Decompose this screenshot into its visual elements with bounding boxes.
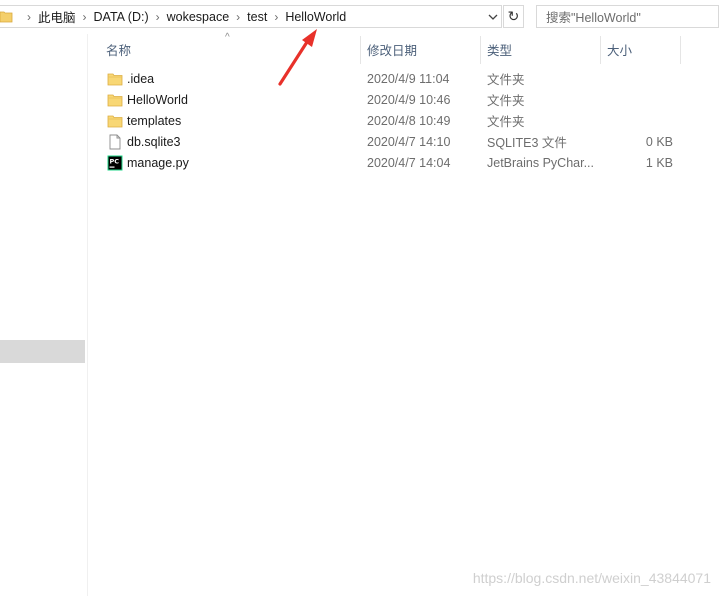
top-bar: › 此电脑 › DATA (D:) › wokespace › test › H… — [0, 0, 719, 34]
file-name: HelloWorld — [127, 92, 188, 107]
file-row[interactable]: .idea 2020/4/9 11:04 文件夹 — [104, 68, 684, 89]
column-divider[interactable] — [360, 36, 361, 64]
folder-icon — [107, 73, 123, 86]
chevron-right-icon[interactable]: › — [156, 10, 160, 24]
file-type: 文件夹 — [487, 73, 525, 87]
file-date: 2020/4/8 10:49 — [367, 113, 451, 128]
file-name: db.sqlite3 — [127, 134, 181, 149]
chevron-right-icon[interactable]: › — [236, 10, 240, 24]
file-name: manage.py — [127, 155, 189, 170]
file-type: 文件夹 — [487, 94, 525, 108]
breadcrumb-this-pc[interactable]: 此电脑 — [38, 7, 76, 26]
file-date: 2020/4/7 14:04 — [367, 155, 451, 170]
chevron-right-icon[interactable]: › — [27, 10, 31, 24]
file-row[interactable]: templates 2020/4/8 10:49 文件夹 — [104, 110, 684, 131]
breadcrumb-wokespace[interactable]: wokespace — [167, 10, 230, 24]
column-divider[interactable] — [480, 36, 481, 64]
file-row[interactable]: db.sqlite3 2020/4/7 14:10 SQLITE3 文件 0 K… — [104, 131, 684, 152]
file-row[interactable]: HelloWorld 2020/4/9 10:46 文件夹 — [104, 89, 684, 110]
search-input[interactable]: 搜索"HelloWorld" — [536, 5, 719, 28]
watermark: https://blog.csdn.net/weixin_43844071 — [472, 570, 711, 586]
file-date: 2020/4/7 14:10 — [367, 134, 451, 149]
pycharm-icon: PC — [107, 155, 123, 171]
address-bar[interactable]: › 此电脑 › DATA (D:) › wokespace › test › H… — [0, 5, 502, 28]
column-date-label: 修改日期 — [367, 43, 418, 58]
address-dropdown-button[interactable] — [484, 5, 502, 28]
file-size — [607, 110, 673, 131]
column-divider[interactable] — [680, 36, 681, 64]
file-date: 2020/4/9 11:04 — [367, 71, 450, 86]
breadcrumb-test[interactable]: test — [247, 10, 267, 24]
svg-text:PC: PC — [110, 158, 120, 166]
column-name-label: 名称 — [106, 43, 132, 58]
file-size: 0 KB — [645, 134, 673, 149]
column-header-date[interactable]: 修改日期 — [367, 34, 477, 64]
search-placeholder: 搜索"HelloWorld" — [546, 11, 641, 25]
file-icon — [109, 134, 121, 150]
file-name: .idea — [127, 71, 155, 86]
file-size — [607, 89, 673, 110]
file-type: SQLITE3 文件 — [487, 136, 567, 150]
column-size-label: 大小 — [607, 43, 633, 58]
file-name: templates — [127, 113, 182, 128]
column-divider[interactable] — [600, 36, 601, 64]
column-type-label: 类型 — [487, 43, 513, 58]
navigation-pane[interactable] — [0, 34, 88, 596]
refresh-button[interactable]: ↻ — [503, 5, 524, 28]
folder-icon — [0, 11, 13, 23]
file-date: 2020/4/9 10:46 — [367, 92, 451, 107]
nav-selected-item[interactable] — [0, 340, 85, 363]
file-size: 1 KB — [645, 155, 673, 170]
folder-icon — [107, 94, 123, 107]
chevron-down-icon — [488, 14, 498, 20]
file-type: JetBrains PyChar... — [487, 155, 594, 170]
annotation-arrow-icon — [278, 29, 317, 86]
column-header-size[interactable]: 大小 — [607, 34, 677, 64]
column-header-type[interactable]: 类型 — [487, 34, 597, 64]
breadcrumb-data-drive[interactable]: DATA (D:) — [94, 10, 149, 24]
file-size — [607, 68, 673, 89]
file-row[interactable]: PC manage.py 2020/4/7 14:04 JetBrains Py… — [104, 152, 684, 173]
file-type: 文件夹 — [487, 115, 525, 129]
column-header: ^ 名称 修改日期 类型 大小 — [88, 32, 719, 64]
chevron-right-icon[interactable]: › — [83, 10, 87, 24]
refresh-icon: ↻ — [507, 8, 520, 24]
folder-icon — [107, 115, 123, 128]
